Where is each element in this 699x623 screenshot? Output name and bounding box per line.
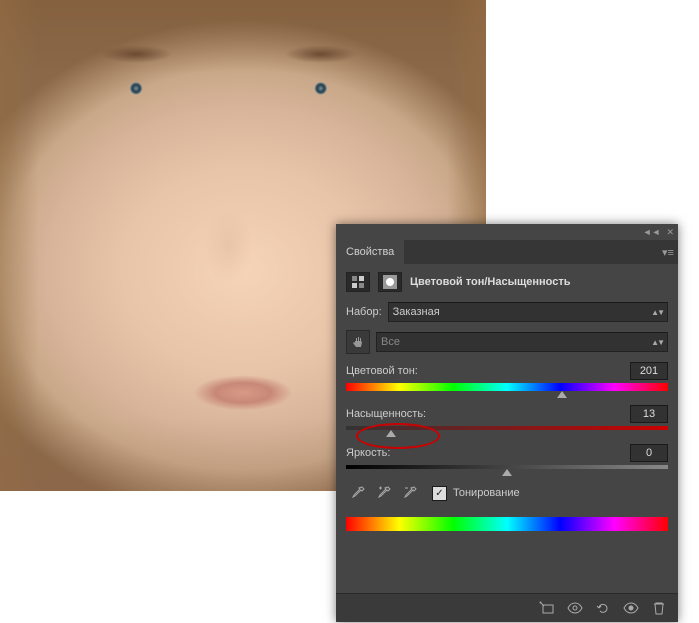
hue-label: Цветовой тон: [346,365,418,377]
eyedropper-minus-icon[interactable] [398,483,422,503]
hue-slider[interactable] [346,383,668,391]
colorize-checkbox[interactable]: ✓ [432,486,447,501]
channel-select[interactable]: Все ▲▼ [376,332,668,352]
preset-label: Набор: [346,306,382,318]
hue-thumb[interactable] [557,391,567,398]
preset-value: Заказная [393,306,440,318]
mask-icon[interactable] [378,272,402,292]
close-icon[interactable]: ✕ [666,227,674,238]
panel-footer [336,593,678,622]
preset-select[interactable]: Заказная ▲▼ [388,302,668,322]
adjustment-title: Цветовой тон/Насыщенность [410,276,571,288]
panel-menu-icon[interactable]: ▾≡ [658,240,678,264]
colorize-label: Тонирование [453,487,520,499]
lightness-value[interactable]: 0 [630,444,668,462]
panel-chrome: ◄◄ ✕ [336,224,678,240]
dropdown-arrows-icon: ▲▼ [651,338,663,347]
saturation-value[interactable]: 13 [630,405,668,423]
saturation-thumb[interactable] [386,430,396,437]
collapse-icon[interactable]: ◄◄ [643,227,661,237]
lightness-slider[interactable] [346,465,668,469]
eyedropper-plus-icon[interactable] [372,483,396,503]
properties-panel: ◄◄ ✕ Свойства ▾≡ Цветовой тон/Насыщеннос… [336,224,678,622]
hue-value[interactable]: 201 [630,362,668,380]
trash-icon[interactable] [646,598,672,618]
dropdown-arrows-icon: ▲▼ [651,308,663,317]
channel-value: Все [381,336,400,348]
targeted-adjustment-tool[interactable] [346,330,370,354]
adjustment-header: Цветовой тон/Насыщенность [346,272,668,292]
view-previous-icon[interactable] [562,598,588,618]
reset-icon[interactable] [590,598,616,618]
adjustment-icon [346,272,370,292]
tab-bar: Свойства ▾≡ [336,240,678,264]
eyedropper-icon[interactable] [346,483,370,503]
visibility-icon[interactable] [618,598,644,618]
saturation-label: Насыщенность: [346,408,426,420]
hue-range-bar[interactable] [346,517,668,531]
lightness-label: Яркость: [346,447,390,459]
lightness-thumb[interactable] [502,469,512,476]
saturation-slider[interactable] [346,426,668,430]
clip-to-layer-icon[interactable] [534,598,560,618]
tab-properties[interactable]: Свойства [336,240,404,264]
